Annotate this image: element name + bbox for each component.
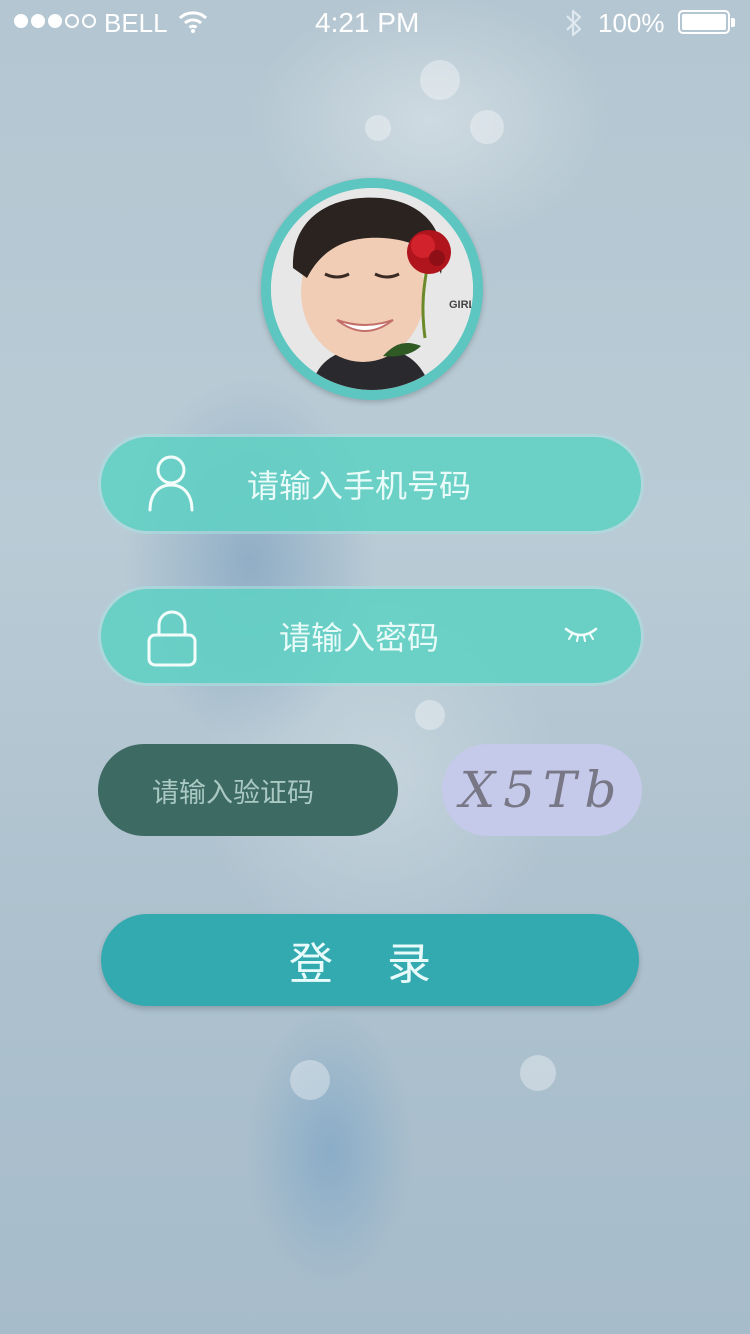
avatar-photo: GIRL [271,188,473,390]
signal-strength [14,14,96,28]
battery-fill [682,14,726,30]
bokeh-light [420,60,460,100]
password-input-placeholder: 请输入密码 [279,619,440,657]
bluetooth-icon [566,9,582,37]
signal-dot [82,14,96,28]
bokeh-light [290,1060,330,1100]
svg-text:GIRL: GIRL [449,299,473,311]
captcha-image[interactable]: X5Tb [442,744,642,836]
lock-icon [147,610,197,667]
carrier-name: BELL [104,8,168,38]
password-field[interactable]: 请输入密码 [101,589,641,683]
avatar[interactable]: GIRL [261,178,483,400]
captcha-input[interactable]: 请输入验证码 [98,744,398,836]
battery-nub [731,18,735,27]
phone-input-placeholder: 请输入手机号码 [247,467,472,505]
login-button[interactable]: 登 录 [101,914,639,1006]
captcha-input-placeholder: 请输入验证码 [152,777,314,809]
bokeh-light [520,1055,556,1091]
signal-dot [14,14,28,28]
signal-dot [31,14,45,28]
avatar-illustration: GIRL [271,188,473,390]
battery-icon [678,10,735,34]
phone-field[interactable]: 请输入手机号码 [101,437,641,531]
status-bar: BELL 4:21 PM 100% [0,0,750,44]
eye-closed-icon[interactable] [563,625,599,645]
bokeh-light [470,110,504,144]
captcha-code: X5Tb [459,761,625,819]
signal-dot [65,14,79,28]
battery-percent: 100% [598,8,665,38]
clock: 4:21 PM [315,7,420,38]
bokeh-light [365,115,391,141]
user-icon [148,455,194,512]
wifi-icon [178,11,208,33]
bokeh-light [415,700,445,730]
login-button-label: 登 录 [289,939,451,990]
signal-dot [48,14,62,28]
